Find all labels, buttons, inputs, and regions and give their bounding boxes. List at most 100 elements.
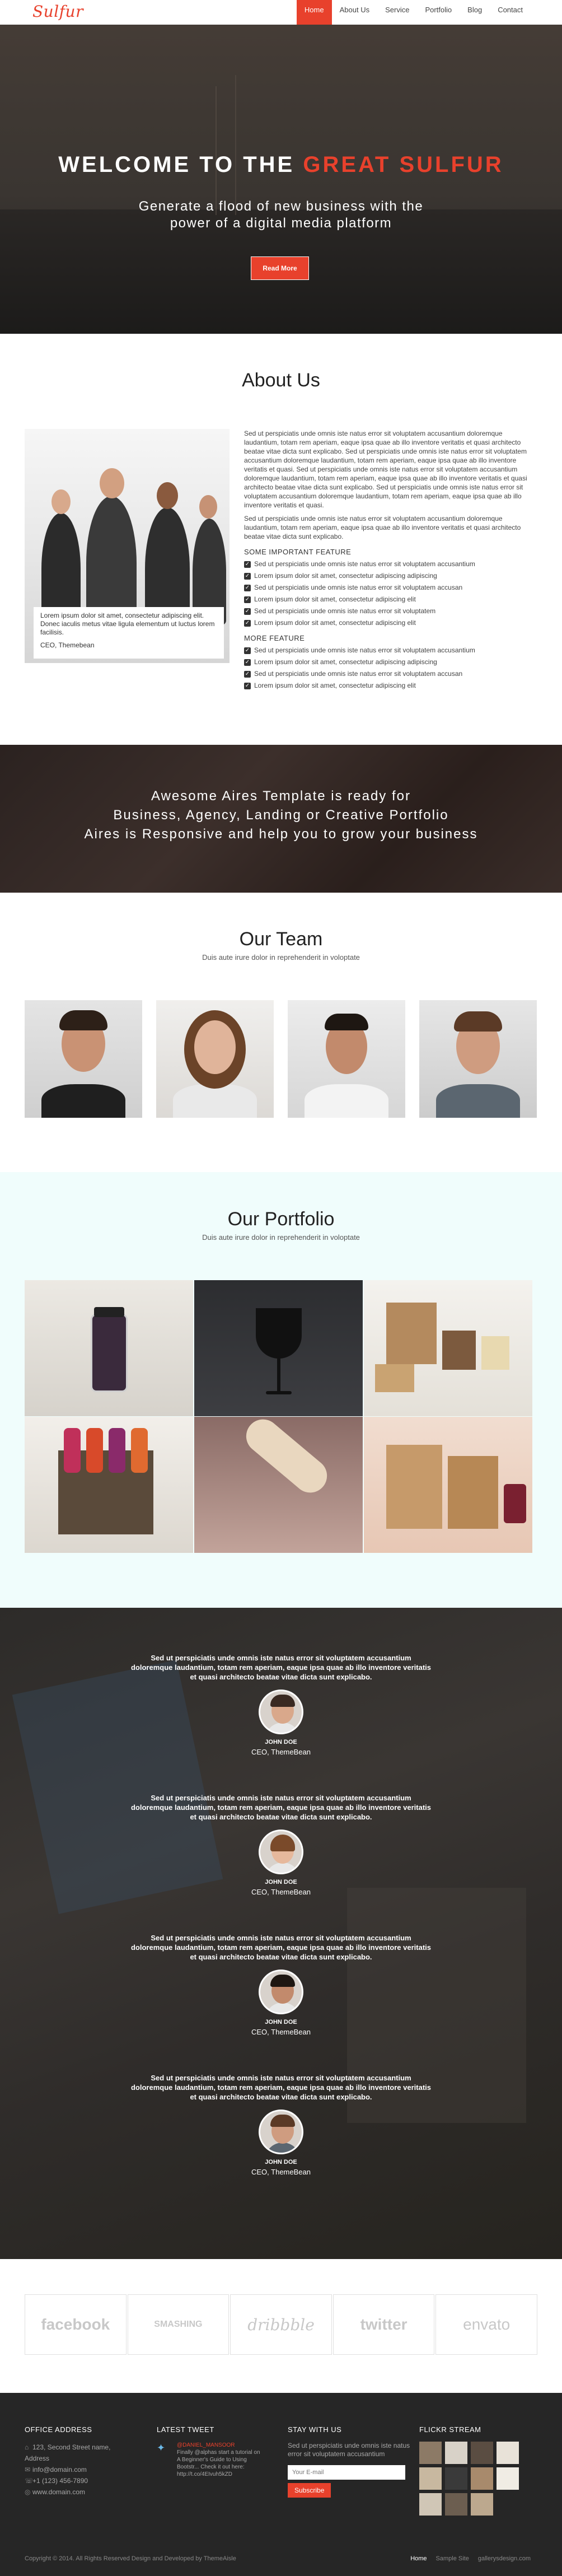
top-navbar: Sulfur Home About Us Service Portfolio B… <box>0 0 562 25</box>
portfolio-jar-lid <box>94 1307 124 1317</box>
team-member-photo[interactable] <box>156 1000 274 1118</box>
check-icon: ✓ <box>244 647 251 654</box>
avatar <box>259 1690 303 1734</box>
portfolio-item[interactable] <box>364 1417 532 1553</box>
team-title: Our Team <box>239 928 323 950</box>
check-icon: ✓ <box>244 683 251 689</box>
footer-stay-text: Sed ut perspiciatis unde omnis iste natu… <box>288 2442 410 2458</box>
portfolio-glass-stem <box>277 1359 280 1392</box>
client-logo-twitter[interactable]: twitter <box>332 2294 435 2355</box>
list-item-text: Sed ut perspiciatis unde omnis iste natu… <box>254 670 463 678</box>
flickr-grid <box>419 2442 526 2516</box>
portfolio-glass <box>256 1308 302 1359</box>
about-title: About Us <box>242 370 320 391</box>
footer-email[interactable]: ✉ info@domain.com <box>25 2464 137 2475</box>
list-item-text: Sed ut perspiciatis unde omnis iste natu… <box>254 646 475 654</box>
nav-item-service[interactable]: Service <box>377 0 417 25</box>
nav-item-about[interactable]: About Us <box>332 0 377 25</box>
team-member-photo[interactable] <box>288 1000 405 1118</box>
flickr-thumb[interactable] <box>419 2442 442 2464</box>
read-more-button[interactable]: Read More <box>251 256 309 280</box>
testimonial-quote: Sed ut perspiciatis unde omnis iste natu… <box>130 1654 432 1681</box>
list-item-text: Lorem ipsum dolor sit amet, consectetur … <box>254 658 437 666</box>
list-item-text: Lorem ipsum dolor sit amet, consectetur … <box>254 595 416 603</box>
subscribe-button[interactable]: Subscribe <box>288 2483 331 2498</box>
hero-subtitle-line2: power of a digital media platform <box>170 216 392 231</box>
about-caption-who: CEO, Themebean <box>40 641 95 649</box>
check-icon: ✓ <box>244 561 251 568</box>
portfolio-item[interactable] <box>25 1417 193 1553</box>
tweet-body[interactable]: @DANIEL_MANSOOR Finally @alphas start a … <box>157 2442 263 2478</box>
client-logos: facebook SMASHING dribbble twitter envat… <box>25 2294 537 2355</box>
client-logo-envato[interactable]: envato <box>435 2294 537 2355</box>
footer-phone[interactable]: ☏+1 (123) 456-7890 <box>25 2475 137 2486</box>
testimonial: Sed ut perspiciatis unde omnis iste natu… <box>0 1793 562 1896</box>
photo-hair <box>454 1011 502 1032</box>
about-paragraph-2: Sed ut perspiciatis unde omnis iste natu… <box>244 515 521 540</box>
testimonial-role: CEO, ThemeBean <box>251 2028 311 2036</box>
more-feature-title: MORE FEATURE <box>244 634 305 642</box>
footer-email-text: info@domain.com <box>32 2466 87 2474</box>
testimonial-quote: Sed ut perspiciatis unde omnis iste natu… <box>130 1934 432 1961</box>
phone-icon: ☏ <box>25 2477 34 2485</box>
portfolio-item[interactable] <box>364 1280 532 1416</box>
portfolio-item[interactable] <box>25 1280 193 1416</box>
footer-stay-title: STAY WITH US <box>288 2425 342 2434</box>
list-item-text: Lorem ipsum dolor sit amet, consectetur … <box>254 682 416 689</box>
client-logo-dribbble[interactable]: dribbble <box>230 2294 332 2355</box>
testimonial: Sed ut perspiciatis unde omnis iste natu… <box>0 2073 562 2176</box>
site-logo[interactable]: Sulfur <box>32 2 83 21</box>
hero-subtitle: Generate a flood of new business with th… <box>112 198 450 232</box>
footer-address-line1: 123, Second Street name, <box>32 2443 111 2451</box>
team-subtitle: Duis aute irure dolor in reprehenderit i… <box>202 953 360 962</box>
testimonial-name: JOHN DOE <box>265 1879 297 1886</box>
flickr-thumb[interactable] <box>445 2493 467 2516</box>
portfolio-bottle <box>131 1428 148 1473</box>
nav-item-contact[interactable]: Contact <box>490 0 531 25</box>
testimonial-name: JOHN DOE <box>265 2159 297 2166</box>
footer-link-home[interactable]: Home <box>410 2555 427 2562</box>
list-item: ✓ Sed ut perspiciatis unde omnis iste nat… <box>244 607 535 615</box>
footer-web[interactable]: ◎ www.domain.com <box>25 2486 137 2498</box>
footer-flickr: FLICKR STREAM <box>419 2425 526 2516</box>
portfolio-jar <box>504 1484 526 1523</box>
footer-link-sample[interactable]: Sample Site <box>436 2555 469 2562</box>
photo-shirt <box>173 1084 257 1118</box>
client-logo-smashing[interactable]: SMASHING <box>127 2294 230 2355</box>
flickr-thumb[interactable] <box>497 2467 519 2490</box>
flickr-thumb[interactable] <box>445 2467 467 2490</box>
team-member-photo[interactable] <box>419 1000 537 1118</box>
feature-list-title: SOME IMPORTANT FEATURE <box>244 548 352 556</box>
list-item-text: Sed ut perspiciatis unde omnis iste natu… <box>254 560 475 568</box>
newsletter-email-input[interactable] <box>288 2465 405 2480</box>
flickr-thumb[interactable] <box>471 2493 493 2516</box>
tweet-user[interactable]: @DANIEL_MANSOOR <box>177 2442 263 2449</box>
testimonial-role: CEO, ThemeBean <box>251 1748 311 1756</box>
testimonial-role: CEO, ThemeBean <box>251 2168 311 2176</box>
footer-nav: Home Sample Site gallerysdesign.com <box>401 2555 531 2562</box>
testimonial-name: JOHN DOE <box>265 2019 297 2026</box>
list-item: ✓ Lorem ipsum dolor sit amet, consectetur… <box>244 682 535 690</box>
list-item: ✓ Sed ut perspiciatis unde omnis iste nat… <box>244 646 535 655</box>
image-face <box>199 495 217 519</box>
nav-item-blog[interactable]: Blog <box>460 0 490 25</box>
portfolio-item[interactable] <box>194 1280 363 1416</box>
footer-link-gallery[interactable]: gallerysdesign.com <box>478 2555 531 2562</box>
flickr-thumb[interactable] <box>471 2442 493 2464</box>
nav-item-portfolio[interactable]: Portfolio <box>417 0 460 25</box>
nav-item-home[interactable]: Home <box>296 0 332 25</box>
client-logo-facebook[interactable]: facebook <box>25 2294 127 2355</box>
portfolio-item[interactable] <box>194 1417 363 1553</box>
banner-line-2: Business, Agency, Landing or Creative Po… <box>113 808 449 823</box>
flickr-thumb[interactable] <box>419 2467 442 2490</box>
footer-address-2: Address <box>25 2454 50 2462</box>
flickr-thumb[interactable] <box>471 2467 493 2490</box>
footer-web-text: www.domain.com <box>32 2488 86 2496</box>
hero-title-prefix: WELCOME TO THE <box>58 152 303 177</box>
flickr-thumb[interactable] <box>419 2493 442 2516</box>
check-icon: ✓ <box>244 585 251 591</box>
footer-tweet-title: LATEST TWEET <box>157 2425 214 2434</box>
flickr-thumb[interactable] <box>445 2442 467 2464</box>
flickr-thumb[interactable] <box>497 2442 519 2464</box>
team-member-photo[interactable] <box>25 1000 142 1118</box>
